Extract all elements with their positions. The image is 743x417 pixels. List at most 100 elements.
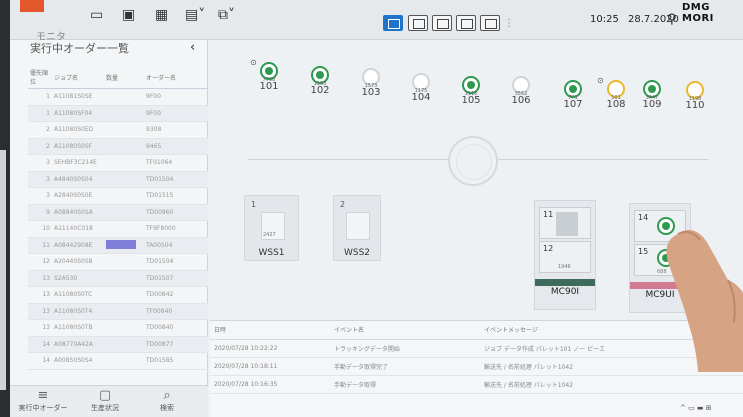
- pallet-106[interactable]: 3552 106: [498, 76, 544, 106]
- job-cell: A11080S0SF: [52, 138, 104, 155]
- clock-badge-icon: ⊙: [250, 58, 257, 67]
- window-icon[interactable]: ▭: [90, 4, 103, 26]
- home-button[interactable]: [20, 0, 44, 12]
- display-dropdown-icon[interactable]: ▤˅: [185, 4, 205, 26]
- column-header[interactable]: イベント名: [330, 321, 480, 340]
- table-row[interactable]: 2 A11080S0ED 9308: [28, 121, 208, 139]
- order-cell: TD01585: [144, 352, 208, 370]
- quantity-cell: [104, 336, 144, 353]
- table-row[interactable]: 2 A11080S0SF 9465: [28, 138, 208, 155]
- quantity-cell: [104, 253, 144, 271]
- machine-mc90i[interactable]: 11 12 1946 MC90I: [534, 200, 596, 310]
- nav-search[interactable]: ⌕ 検索: [142, 388, 192, 413]
- pallet-count: 7798: [262, 77, 276, 83]
- order-cell: TF9F8000: [144, 220, 208, 238]
- table-row[interactable]: 3 SEHBF3C214E TF01064: [28, 154, 208, 172]
- order-cell: 9F00: [144, 88, 208, 106]
- table-row[interactable]: 2020/07/28 10:16:35 手動データ取得 輸送先 / 名前処理 パレッ…: [210, 375, 743, 394]
- table-row[interactable]: 13 A11080S0T4 TF00840: [28, 303, 208, 320]
- user-icon[interactable]: ⚲: [667, 12, 677, 27]
- column-header[interactable]: ジョブ名: [52, 66, 104, 89]
- pallet-103[interactable]: 1573 103: [348, 68, 394, 98]
- table-row[interactable]: 13 S2A530 TD01507: [28, 270, 208, 287]
- bay-number: 15: [638, 247, 649, 256]
- column-header[interactable]: オーダー名: [144, 66, 208, 89]
- view-list-button[interactable]: [408, 15, 428, 31]
- pallet-slot: [556, 212, 578, 236]
- view-report-button[interactable]: [432, 15, 452, 31]
- event-name: 手動データ取得: [330, 375, 480, 394]
- pallet-107[interactable]: 771 107: [550, 80, 596, 110]
- job-cell: S2A530: [52, 270, 104, 287]
- order-cell: TD00842: [144, 286, 208, 304]
- table-row[interactable]: 3 A2840S0S0E TD01515: [28, 187, 208, 205]
- table-row[interactable]: 11 A08442908E TA00504: [28, 237, 208, 254]
- order-cell: TD00960: [144, 204, 208, 221]
- column-header[interactable]: 日時: [210, 321, 330, 340]
- quantity-cell: [104, 187, 144, 205]
- table-row[interactable]: 1 A11081S0SE 9F00: [28, 88, 208, 106]
- pallet-105[interactable]: 1116 105: [448, 76, 494, 106]
- station-label: WSS1: [258, 248, 285, 258]
- nav-production-status[interactable]: ▢ 生産状況: [80, 388, 130, 413]
- pallet-101[interactable]: ⊙ 7798 101: [246, 58, 292, 92]
- pallet-count: 3447: [645, 95, 659, 101]
- event-time: 2020/07/28 10:18:11: [210, 357, 330, 376]
- table-row[interactable]: 10 A11140C018 TF9F8000: [28, 220, 208, 238]
- column-header[interactable]: 優先順位: [28, 66, 52, 89]
- grid-icon[interactable]: ▦: [155, 4, 168, 26]
- table-row[interactable]: 1 A11080SF04 9F00: [28, 105, 208, 122]
- view-monitor-button[interactable]: [383, 15, 403, 31]
- order-cell: TD01515: [144, 187, 208, 205]
- machine-bay[interactable]: 12 1946: [539, 241, 591, 273]
- column-header[interactable]: 数量: [104, 66, 144, 89]
- machine-bay[interactable]: 11: [539, 207, 591, 239]
- table-row[interactable]: 13 A11080S0TB TD00840: [28, 319, 208, 337]
- table-row[interactable]: 3 A4840S0S04 TD01504: [28, 171, 208, 188]
- order-cell: 9308: [144, 121, 208, 139]
- more-icon[interactable]: ⋮: [504, 12, 514, 34]
- order-cell: TD00840: [144, 319, 208, 337]
- priority-cell: 1: [28, 105, 52, 122]
- priority-cell: 3: [28, 187, 52, 205]
- clock-time: 10:25: [590, 14, 619, 25]
- quantity-cell: [104, 138, 144, 155]
- bay-number: 14: [638, 213, 649, 222]
- pointing-hand: [666, 229, 743, 372]
- table-row[interactable]: 14 A00850S0S4 TD01585: [28, 352, 208, 370]
- pallet-109[interactable]: 3447 109: [629, 80, 675, 110]
- copy-dropdown-icon[interactable]: ⧉˅: [218, 4, 235, 26]
- table-row[interactable]: 9 A08840S0SA TD00960: [28, 204, 208, 221]
- job-cell: A11080S0TB: [52, 319, 104, 337]
- pallet-count: 1116: [464, 91, 478, 97]
- event-time: 2020/07/28 10:16:35: [210, 375, 330, 394]
- pallet-count: 1573: [364, 83, 378, 89]
- priority-cell: 3: [28, 171, 52, 188]
- quantity-cell: [104, 270, 144, 287]
- priority-cell: 14: [28, 352, 52, 370]
- pallet-110[interactable]: 1198 110: [672, 81, 718, 111]
- pallet-slot: [346, 212, 370, 240]
- station-wss1[interactable]: 1 2427 WSS1: [244, 195, 299, 261]
- job-cell: A08840S0SA: [52, 204, 104, 221]
- clock: 10:25 28.7.2020: [590, 14, 679, 25]
- table-row[interactable]: 14 A08770A42A TD00877: [28, 336, 208, 353]
- station-wss2[interactable]: 2 WSS2: [333, 195, 381, 261]
- nav-label: 検索: [160, 404, 174, 412]
- job-cell: A00850S0S4: [52, 352, 104, 370]
- table-row[interactable]: 12 A20440S0S8 TD01504: [28, 253, 208, 271]
- transfer-vehicle[interactable]: [448, 136, 498, 186]
- view-chart-button[interactable]: [456, 15, 476, 31]
- event-name: トラッキングデータ開始: [330, 339, 480, 358]
- collapse-chevron-icon[interactable]: ‹: [190, 40, 195, 55]
- layout-icon[interactable]: ▣: [122, 4, 135, 26]
- quantity-cell: [104, 303, 144, 320]
- priority-cell: 2: [28, 121, 52, 139]
- nav-running-orders[interactable]: ≡ 実行中オーダー: [18, 388, 68, 413]
- quantity-cell: [104, 171, 144, 188]
- priority-cell: 11: [28, 237, 52, 254]
- pallet-104[interactable]: 1175 104: [398, 73, 444, 103]
- pallet-102[interactable]: 1153 102: [297, 66, 343, 96]
- view-schedule-button[interactable]: [480, 15, 500, 31]
- table-row[interactable]: 13 A11080S0TC TD00842: [28, 286, 208, 304]
